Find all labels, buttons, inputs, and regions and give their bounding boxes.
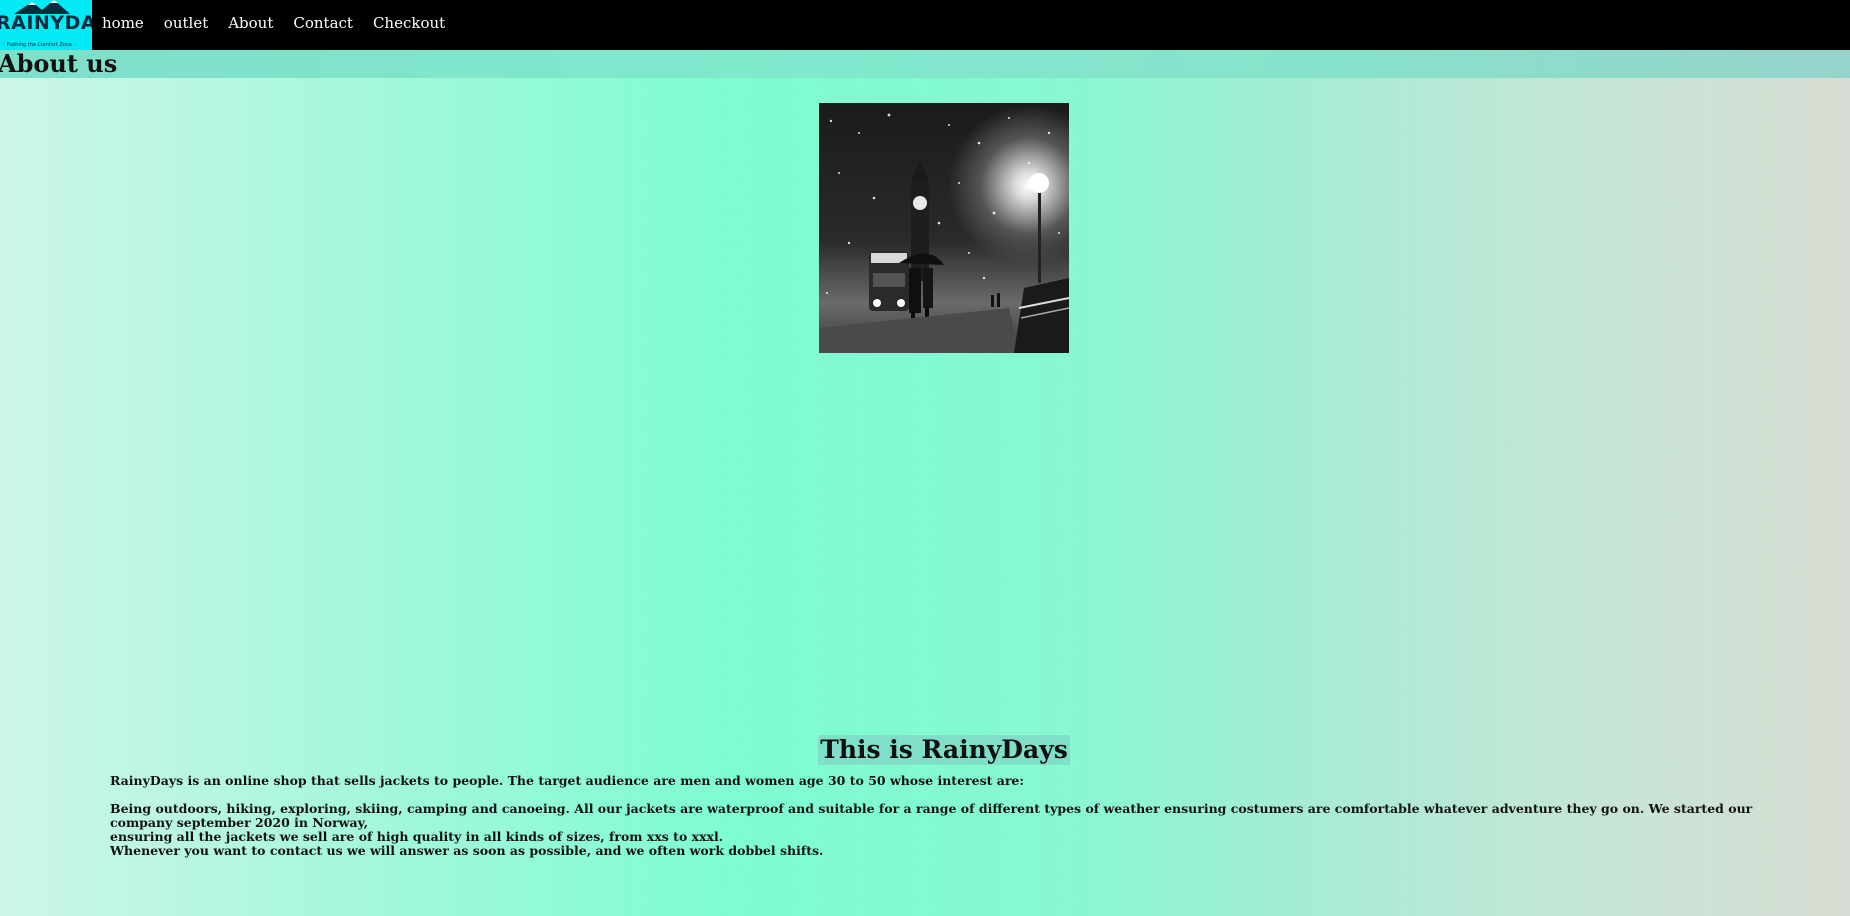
nav-home-link[interactable]: home [102, 13, 144, 33]
nav-contact-link[interactable]: Contact [293, 13, 353, 33]
about-body-line-3: Whenever you want to contact us we will … [110, 843, 824, 858]
main-nav: home outlet About Contact Checkout [102, 13, 465, 33]
logo-brand-text: RAINYDAYS [0, 12, 92, 34]
rainydays-logo[interactable]: RAINYDAYS ◦ Pushing the Comfort Zone ◦ [0, 0, 92, 50]
nav-checkout-link[interactable]: Checkout [373, 13, 445, 33]
page-title: About us [0, 49, 118, 78]
logo-tagline: ◦ Pushing the Comfort Zone ◦ [2, 42, 77, 48]
hero-image [819, 103, 1069, 353]
top-navbar: RAINYDAYS ◦ Pushing the Comfort Zone ◦ h… [0, 0, 1850, 50]
snowy-night-scene-illustration [819, 113, 1069, 353]
nav-about-link[interactable]: About [228, 13, 273, 33]
about-body-line-2: ensuring all the jackets we sell are of … [110, 829, 724, 844]
about-intro-paragraph: RainyDays is an online shop that sells j… [110, 773, 1024, 788]
about-body-line-1: Being outdoors, hiking, exploring, skiin… [110, 801, 1753, 830]
about-section-title: This is RainyDays [818, 735, 1070, 765]
about-section-title-wrapper: This is RainyDays [0, 735, 1850, 765]
nav-outlet-link[interactable]: outlet [164, 13, 208, 33]
about-content: RainyDays is an online shop that sells j… [110, 774, 1810, 858]
page-heading-band: About us [0, 50, 1850, 78]
